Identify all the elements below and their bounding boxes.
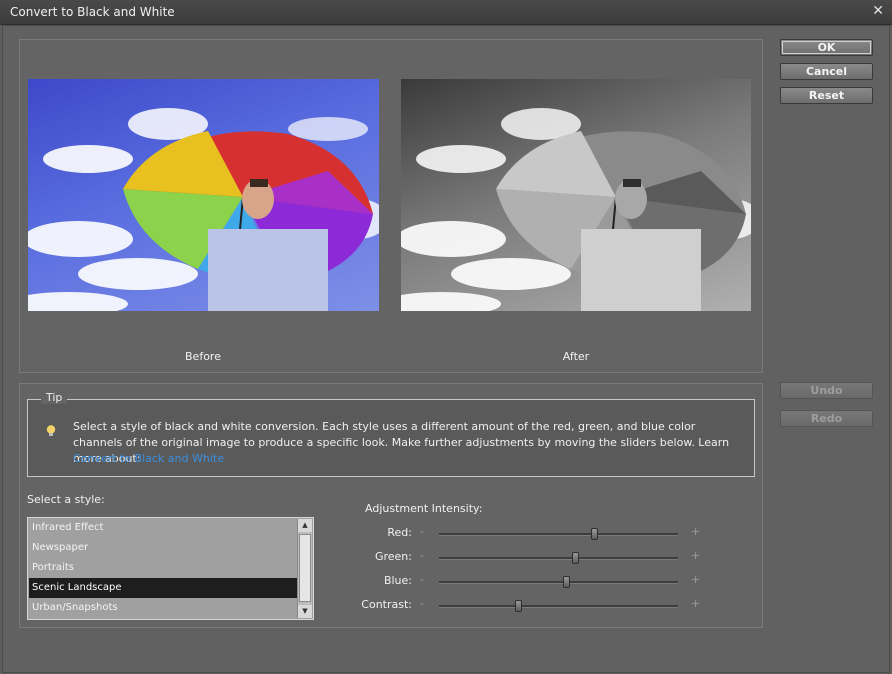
cancel-button[interactable]: Cancel — [780, 63, 873, 80]
blue-slider-handle[interactable] — [562, 576, 570, 588]
after-label: After — [562, 350, 590, 363]
style-listbox[interactable]: Infrared Effect Newspaper Portraits Scen… — [27, 517, 314, 620]
green-plus: + — [691, 549, 701, 562]
contrast-plus: + — [691, 597, 701, 610]
scroll-up-icon[interactable]: ▲ — [298, 519, 312, 532]
blue-plus: + — [691, 573, 701, 586]
green-slider-handle[interactable] — [572, 552, 580, 564]
red-slider-handle[interactable] — [591, 528, 599, 540]
green-slider-label: Green: — [374, 550, 412, 563]
lightbulb-icon — [44, 424, 58, 438]
reset-button[interactable]: Reset — [780, 87, 873, 104]
close-icon[interactable]: ✕ — [872, 3, 884, 19]
blue-slider-label: Blue: — [383, 574, 412, 587]
red-slider-label: Red: — [387, 526, 412, 539]
before-image — [28, 79, 379, 311]
scroll-thumb[interactable] — [299, 534, 311, 602]
red-slider[interactable] — [439, 528, 678, 540]
undo-button[interactable]: Undo — [780, 382, 873, 399]
tip-heading: Tip — [41, 391, 68, 404]
list-item[interactable]: Portraits — [29, 558, 298, 578]
contrast-slider[interactable] — [439, 600, 678, 612]
style-list-label: Select a style: — [27, 493, 105, 506]
title-bar: Convert to Black and White ✕ — [0, 0, 892, 25]
list-scrollbar[interactable]: ▲ ▼ — [297, 519, 312, 618]
ok-button[interactable]: OK — [780, 39, 873, 56]
after-image — [401, 79, 751, 311]
red-minus: - — [420, 525, 424, 538]
contrast-minus: - — [420, 597, 424, 610]
contrast-slider-handle[interactable] — [514, 600, 522, 612]
before-label: Before — [185, 350, 221, 363]
blue-minus: - — [420, 573, 424, 586]
blue-slider-row: Blue: - + — [340, 573, 710, 589]
contrast-slider-row: Contrast: - + — [340, 597, 710, 613]
window-title: Convert to Black and White — [10, 5, 175, 19]
adjustment-intensity-label: Adjustment Intensity: — [365, 502, 483, 515]
redo-button[interactable]: Redo — [780, 410, 873, 427]
green-slider[interactable] — [439, 552, 678, 564]
learn-more-link[interactable]: Convert to Black and White — [73, 452, 224, 465]
scroll-down-icon[interactable]: ▼ — [298, 605, 312, 618]
list-item[interactable]: Urban/Snapshots — [29, 598, 298, 618]
list-item[interactable]: Infrared Effect — [29, 518, 298, 538]
list-item-selected[interactable]: Scenic Landscape — [29, 578, 298, 598]
green-slider-row: Green: - + — [340, 549, 710, 565]
list-item[interactable]: Newspaper — [29, 538, 298, 558]
green-minus: - — [420, 549, 424, 562]
red-plus: + — [691, 525, 701, 538]
blue-slider[interactable] — [439, 576, 678, 588]
red-slider-row: Red: - + — [340, 525, 710, 541]
contrast-slider-label: Contrast: — [361, 598, 412, 611]
